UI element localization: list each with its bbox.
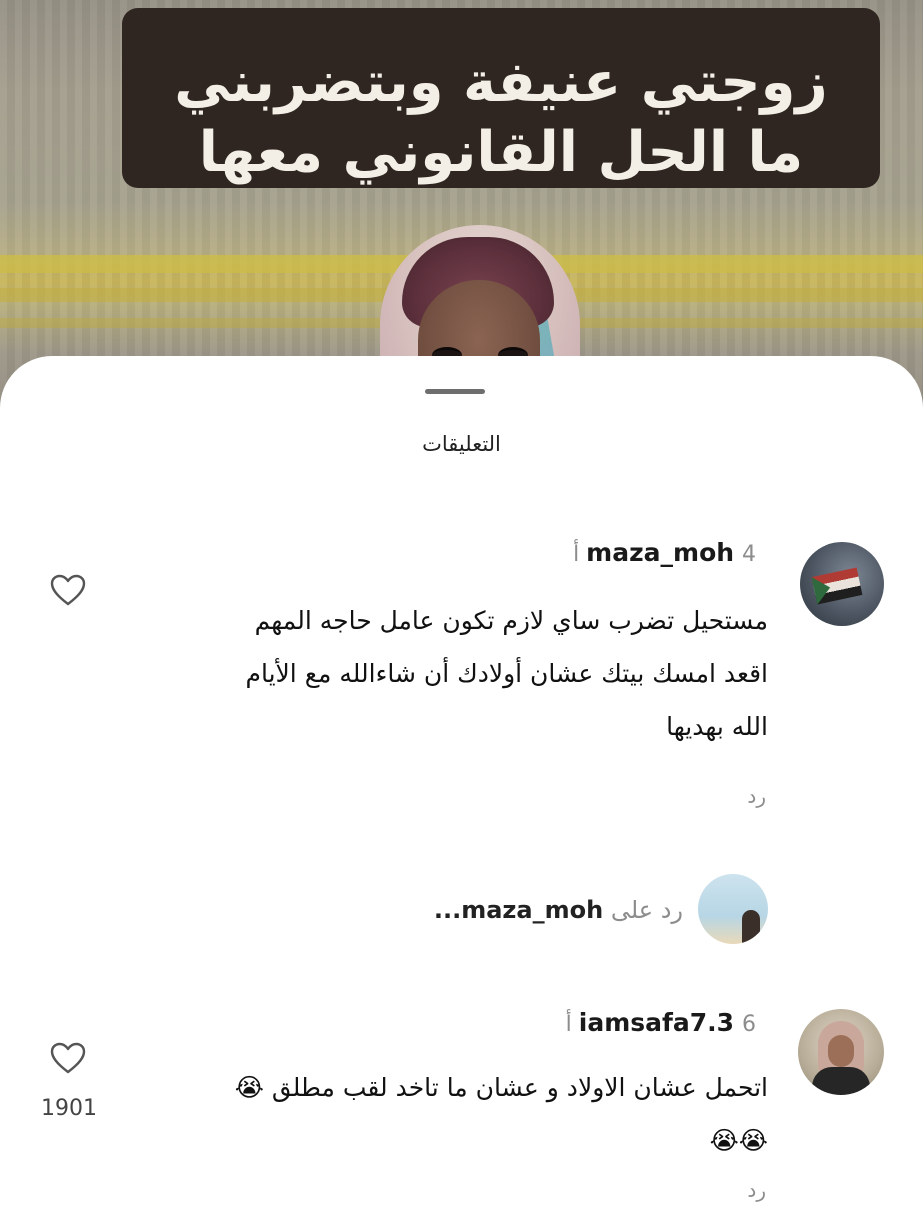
heart-outline-icon[interactable] (50, 574, 86, 606)
comment-text: اتحمل عشان الاولاد و عشان ما تاخد لقب مط… (148, 1061, 768, 1167)
reply-avatar[interactable] (698, 874, 768, 944)
body (812, 1067, 870, 1095)
like-count: 1901 (41, 1096, 97, 1121)
avatar[interactable] (800, 542, 884, 626)
comments-title: التعليقات (422, 432, 501, 456)
caption-line-2: ما الحل القانوني معها (198, 120, 804, 185)
reply-button[interactable]: رد (747, 784, 766, 808)
comment-text: مستحيل تضرب ساي لازم تكون عامل حاجه المه… (148, 594, 768, 753)
reply-to-username: maza_moh... (433, 896, 604, 924)
comment-line: مستحيل تضرب ساي لازم تكون عامل حاجه المه… (254, 606, 768, 635)
comment-line: 😭😭 (709, 1126, 768, 1155)
comment-meta: maza_moh 4 أ (573, 538, 768, 567)
drag-handle[interactable] (425, 389, 485, 394)
comment-line: الله بهديها (666, 712, 768, 741)
view-reply-thread[interactable]: رد على maza_moh... (434, 896, 683, 924)
caption-line-1: زوجتي عنيفة وبتضربني (174, 50, 828, 115)
comments-sheet: التعليقات maza_moh 4 أ مستحيل تضرب ساي ل… (0, 356, 923, 1216)
video-caption: زوجتي عنيفة وبتضربني ما الحل القانوني مع… (122, 8, 880, 188)
flag-image (811, 567, 863, 605)
person-silhouette (742, 910, 760, 944)
comment-meta: iamsafa7.3 6 أ (566, 1008, 768, 1037)
comment-line: اقعد امسك بيتك عشان أولادك أن شاءالله مع… (245, 659, 768, 688)
comment-username[interactable]: maza_moh (586, 538, 734, 567)
reply-to-label: رد على (610, 896, 683, 924)
heart-outline-icon[interactable] (50, 1042, 86, 1074)
comment-username[interactable]: iamsafa7.3 (579, 1008, 734, 1037)
reply-button[interactable]: رد (747, 1178, 766, 1202)
face (828, 1035, 854, 1067)
comment-line: اتحمل عشان الاولاد و عشان ما تاخد لقب مط… (234, 1073, 768, 1102)
avatar[interactable] (798, 1009, 884, 1095)
